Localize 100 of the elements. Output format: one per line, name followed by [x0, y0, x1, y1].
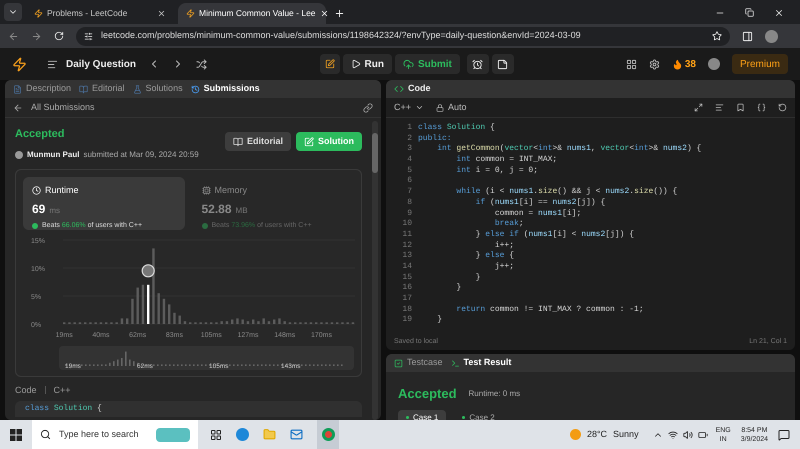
- panel-title: Code: [408, 82, 430, 96]
- panel-tab[interactable]: Solutions: [132, 82, 183, 96]
- premium-button[interactable]: Premium: [732, 54, 788, 74]
- settings-icon: [648, 58, 660, 70]
- code-line: }: [455, 283, 462, 294]
- panel-tab[interactable]: Test Result: [450, 356, 512, 370]
- case-tab[interactable]: Case 2: [454, 410, 503, 420]
- histogram-bar: [178, 315, 181, 324]
- code-line: }: [436, 315, 442, 326]
- submit-button[interactable]: Submit: [394, 54, 460, 74]
- stat-value: 69: [32, 201, 46, 218]
- line-number: 4: [406, 155, 412, 166]
- tab-icon: [79, 84, 88, 94]
- histogram-bar: [131, 298, 134, 324]
- profile-avatar[interactable]: [765, 30, 778, 42]
- braces-icon: [757, 103, 766, 112]
- author-name[interactable]: Munmun Paul: [27, 148, 80, 160]
- panel-tab[interactable]: Testcase: [394, 356, 443, 370]
- stat-unit: ms: [49, 205, 60, 217]
- browser-tab[interactable]: Problems - LeetCode: [26, 3, 174, 24]
- clock-icon: [32, 186, 41, 195]
- tab-icon: [132, 84, 142, 94]
- pen-icon: [304, 136, 314, 146]
- code-line: int getCommon(vector<int>& nums1, vector<int>& nums2) {: [436, 144, 702, 155]
- code-line: int common = INT_MAX;: [455, 155, 558, 166]
- browser-app-icon[interactable]: [236, 428, 249, 441]
- code-line: int i = 0, j = 0;: [455, 166, 538, 176]
- user-avatar[interactable]: [708, 58, 720, 70]
- line-number: 13: [401, 251, 412, 262]
- notes-button[interactable]: [492, 54, 514, 74]
- line-number: 9: [406, 208, 412, 220]
- bookmark-icon: [736, 103, 745, 112]
- streak-count: 38: [684, 58, 696, 72]
- forward-icon: [31, 30, 42, 42]
- address-bar[interactable]: leetcode.com/problems/minimum-common-value/submissions/1198642324/?envType=daily-question&envId=2024-03-09: [76, 26, 730, 46]
- url-text: leetcode.com/problems/minimum-common-value/submissions/1198642324/?envType=daily-question&envId=2024-03-09: [101, 29, 582, 42]
- search-icon: [40, 429, 51, 440]
- daily-question-title[interactable]: Daily Question: [66, 56, 136, 72]
- scrollbar[interactable]: [372, 121, 378, 420]
- beats-icon: [32, 223, 38, 230]
- result-status: Accepted: [398, 385, 457, 403]
- line-number: 2: [406, 134, 412, 144]
- line-number: 6: [406, 176, 412, 188]
- scrollbar-thumb[interactable]: [372, 133, 378, 173]
- stat-unit: MB: [236, 205, 248, 217]
- side-panel-icon: [742, 30, 753, 42]
- timer-button[interactable]: [466, 54, 489, 74]
- restore-icon: [745, 8, 754, 17]
- line-number: 15: [401, 272, 412, 284]
- line-number: 19: [401, 315, 412, 326]
- histogram-bar: [262, 318, 265, 324]
- author-avatar: [15, 150, 23, 158]
- code-line: public:: [418, 134, 452, 144]
- close-icon: [157, 9, 166, 18]
- browser-tab[interactable]: Minimum Common Value - Lee: [178, 3, 326, 24]
- checkbox-icon: [394, 358, 403, 368]
- status-text: Accepted: [15, 127, 66, 142]
- site-settings-icon: [84, 32, 93, 40]
- logo-icon: [12, 56, 27, 72]
- plus-icon: [334, 8, 344, 18]
- case-tab[interactable]: Case 1: [398, 410, 446, 420]
- back-arrow-icon: [13, 102, 23, 112]
- tab-icon: [13, 84, 22, 94]
- stat-label: Runtime: [45, 184, 79, 196]
- panel-tab[interactable]: Description: [13, 82, 72, 96]
- link-icon: [363, 102, 373, 112]
- histogram-bar: [252, 319, 254, 324]
- line-number: 10: [401, 219, 412, 230]
- wifi-icon: [668, 430, 678, 440]
- alarm-clock-icon: [472, 58, 484, 70]
- submitted-time: submitted at Mar 09, 2024 20:59: [83, 148, 199, 160]
- play-icon: [350, 59, 361, 69]
- line-number: 5: [406, 166, 412, 176]
- taskbar-search-field[interactable]: Type here to search: [32, 420, 198, 449]
- stat-value: 52.88: [202, 201, 232, 218]
- weather-text: Sunny: [613, 428, 639, 441]
- panel-tab[interactable]: Submissions: [190, 82, 260, 96]
- panel-tab[interactable]: Editorial: [79, 82, 125, 96]
- avatar-marker: [142, 264, 155, 277]
- grid-icon: [626, 58, 637, 70]
- histogram-bar: [173, 312, 176, 324]
- histogram-bar: [184, 320, 186, 324]
- histogram-bar: [231, 319, 234, 324]
- reset-icon: [778, 103, 787, 112]
- all-submissions-link[interactable]: All Submissions: [31, 100, 95, 114]
- language-select[interactable]: C++: [394, 100, 424, 114]
- book-icon: [232, 136, 243, 146]
- code-line: common = nums1[i];: [494, 208, 582, 219]
- editorial-button[interactable]: Editorial: [224, 132, 291, 151]
- run-button[interactable]: Run: [342, 54, 392, 74]
- pen-icon: [324, 59, 335, 69]
- browser-logo-icon: [322, 428, 334, 441]
- chrome-app-icon[interactable]: [317, 420, 339, 449]
- code-label: Code: [15, 384, 37, 396]
- cloud-upload-icon: [402, 58, 414, 70]
- histogram-bar: [273, 319, 276, 324]
- windows-logo-icon[interactable]: [10, 428, 22, 440]
- histogram-bar: [126, 318, 128, 324]
- debug-button[interactable]: [320, 54, 340, 74]
- flame-icon: [672, 58, 683, 70]
